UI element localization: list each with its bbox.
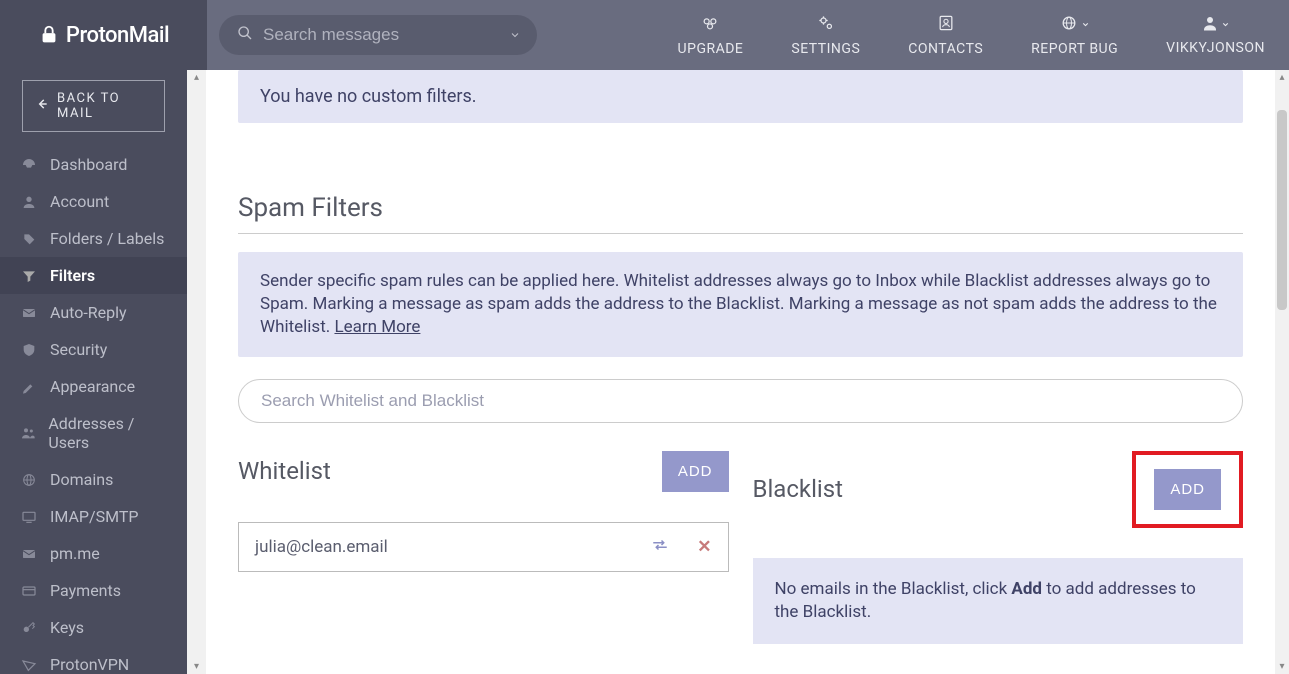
- swap-icon[interactable]: [651, 537, 669, 557]
- users-icon: [20, 425, 36, 441]
- lock-icon: [38, 24, 60, 46]
- delete-icon[interactable]: ✕: [697, 537, 711, 557]
- sidebar-item-payments[interactable]: Payments: [0, 572, 187, 609]
- envelope-icon: [20, 546, 38, 562]
- spam-filters-info: Sender specific spam rules can be applie…: [238, 252, 1243, 357]
- vpn-icon: [20, 657, 38, 673]
- sidebar-item-domains[interactable]: Domains: [0, 461, 187, 498]
- whitelist-add-button[interactable]: ADD: [662, 451, 729, 492]
- content-area: You have no custom filters. Spam Filters…: [206, 70, 1275, 674]
- sidebar-item-account[interactable]: Account: [0, 183, 187, 220]
- monitor-icon: [20, 509, 38, 525]
- sidebar-item-label: IMAP/SMTP: [50, 507, 138, 526]
- brush-icon: [20, 379, 38, 395]
- divider: [238, 233, 1243, 234]
- user-icon: [1201, 14, 1219, 36]
- tag-icon: [20, 231, 38, 247]
- blacklist-add-button[interactable]: ADD: [1154, 469, 1221, 510]
- sidebar-item-label: Auto-Reply: [50, 303, 127, 322]
- scroll-down-icon: ▾: [1275, 661, 1289, 672]
- scroll-down-icon: ▾: [187, 661, 206, 672]
- blacklist-add-highlight: ADD: [1132, 451, 1243, 528]
- search-lists-input[interactable]: [261, 391, 1220, 411]
- user-icon: [20, 194, 38, 210]
- sidebar: BACK TO MAIL Dashboard Account Folders /…: [0, 70, 187, 674]
- nav-user-menu[interactable]: VIKKYJONSON: [1142, 0, 1289, 70]
- sidebar-item-appearance[interactable]: Appearance: [0, 368, 187, 405]
- arrow-left-icon: [35, 97, 49, 115]
- sidebar-item-label: pm.me: [50, 544, 100, 563]
- sidebar-item-label: Appearance: [50, 377, 135, 396]
- brand-text: ProtonMail: [66, 23, 169, 48]
- sidebar-item-addresses-users[interactable]: Addresses / Users: [0, 405, 187, 461]
- upgrade-icon: [700, 13, 720, 37]
- gears-icon: [816, 13, 836, 37]
- search-messages[interactable]: [219, 15, 537, 55]
- back-to-mail-button[interactable]: BACK TO MAIL: [22, 80, 165, 132]
- dashboard-icon: [20, 157, 38, 173]
- contacts-icon: [936, 13, 956, 37]
- content-scrollbar[interactable]: ▴ ▾: [1275, 70, 1289, 674]
- nav-upgrade[interactable]: UPGRADE: [654, 0, 768, 70]
- search-icon: [237, 25, 253, 45]
- spam-filters-title: Spam Filters: [238, 193, 1243, 223]
- card-icon: [20, 583, 38, 599]
- nav-report-bug[interactable]: REPORT BUG: [1007, 0, 1142, 70]
- shield-icon: [20, 342, 38, 358]
- sidebar-item-label: ProtonVPN: [50, 655, 129, 674]
- key-icon: [20, 620, 38, 636]
- filter-icon: [20, 268, 38, 284]
- learn-more-link[interactable]: Learn More: [334, 317, 420, 337]
- sidebar-item-protonvpn[interactable]: ProtonVPN: [0, 646, 187, 674]
- scroll-up-icon: ▴: [1275, 72, 1289, 83]
- sidebar-item-filters[interactable]: Filters: [0, 257, 187, 294]
- search-input[interactable]: [263, 25, 519, 45]
- scroll-up-icon: ▴: [187, 72, 206, 83]
- sidebar-item-label: Keys: [50, 618, 84, 637]
- sidebar-item-label: Payments: [50, 581, 121, 600]
- sidebar-item-security[interactable]: Security: [0, 331, 187, 368]
- custom-filters-empty: You have no custom filters.: [238, 70, 1243, 123]
- whitelist-title: Whitelist: [238, 457, 331, 485]
- sidebar-item-label: Security: [50, 340, 107, 359]
- sidebar-item-keys[interactable]: Keys: [0, 609, 187, 646]
- sidebar-item-label: Account: [50, 192, 109, 211]
- sidebar-item-label: Dashboard: [50, 155, 127, 174]
- sidebar-item-pmme[interactable]: pm.me: [0, 535, 187, 572]
- nav-settings[interactable]: SETTINGS: [767, 0, 884, 70]
- sidebar-item-folders-labels[interactable]: Folders / Labels: [0, 220, 187, 257]
- search-lists[interactable]: [238, 379, 1243, 423]
- chevron-down-icon: [1081, 17, 1090, 33]
- chevron-down-icon: [1221, 17, 1230, 33]
- sidebar-item-imap-smtp[interactable]: IMAP/SMTP: [0, 498, 187, 535]
- blacklist-title: Blacklist: [753, 475, 843, 503]
- scrollbar-thumb[interactable]: [1277, 110, 1287, 310]
- whitelist-entry: julia@clean.email ✕: [238, 522, 729, 572]
- nav-contacts[interactable]: CONTACTS: [884, 0, 1007, 70]
- bug-icon: [1059, 13, 1079, 37]
- whitelist-email: julia@clean.email: [255, 537, 388, 557]
- globe-icon: [20, 472, 38, 488]
- chevron-down-icon[interactable]: [509, 26, 521, 45]
- sidebar-item-label: Addresses / Users: [48, 414, 167, 452]
- logo[interactable]: ProtonMail: [0, 0, 207, 70]
- sidebar-item-label: Folders / Labels: [50, 229, 164, 248]
- envelope-icon: [20, 305, 38, 321]
- sidebar-item-label: Filters: [50, 266, 95, 285]
- blacklist-empty: No emails in the Blacklist, click Add to…: [753, 558, 1244, 644]
- sidebar-item-auto-reply[interactable]: Auto-Reply: [0, 294, 187, 331]
- sidebar-item-label: Domains: [50, 470, 113, 489]
- sidebar-item-dashboard[interactable]: Dashboard: [0, 146, 187, 183]
- sidebar-scrollbar[interactable]: ▴ ▾: [187, 70, 206, 674]
